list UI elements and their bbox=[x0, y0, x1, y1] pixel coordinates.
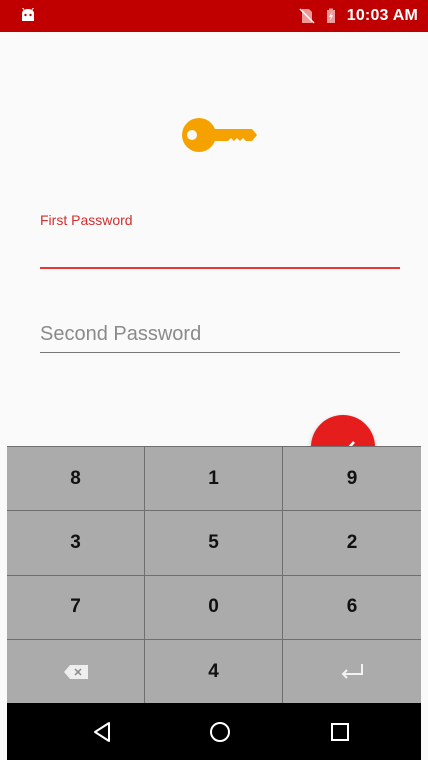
status-time: 10:03 AM bbox=[346, 7, 418, 24]
numeric-keypad: 8 1 9 3 5 2 7 0 6 4 bbox=[7, 446, 421, 704]
enter-key[interactable] bbox=[283, 640, 421, 704]
key-3[interactable]: 3 bbox=[7, 511, 145, 576]
key-icon bbox=[182, 118, 257, 152]
first-password-field[interactable] bbox=[40, 267, 400, 269]
key-2[interactable]: 2 bbox=[283, 511, 421, 576]
second-password-field[interactable]: Second Password bbox=[40, 323, 201, 346]
key-7[interactable]: 7 bbox=[7, 575, 145, 640]
back-icon[interactable] bbox=[90, 719, 116, 745]
backspace-icon bbox=[63, 664, 88, 679]
home-icon[interactable] bbox=[207, 719, 233, 745]
key-8[interactable]: 8 bbox=[7, 447, 145, 512]
second-password-underline bbox=[40, 352, 400, 353]
battery-charging-icon bbox=[326, 8, 335, 23]
first-password-label: First Password bbox=[40, 212, 133, 228]
recents-icon[interactable] bbox=[327, 719, 353, 745]
key-4[interactable]: 4 bbox=[145, 639, 283, 704]
backspace-key[interactable] bbox=[7, 639, 145, 704]
password-screen: 10:03 AM First Password Second Password … bbox=[0, 0, 428, 760]
key-0[interactable]: 0 bbox=[145, 575, 283, 640]
navigation-bar bbox=[7, 703, 421, 760]
no-sim-icon bbox=[299, 8, 315, 24]
key-6[interactable]: 6 bbox=[283, 576, 421, 640]
enter-icon bbox=[341, 663, 363, 679]
key-5[interactable]: 5 bbox=[145, 511, 283, 576]
key-1[interactable]: 1 bbox=[145, 447, 283, 512]
key-9[interactable]: 9 bbox=[283, 447, 421, 512]
status-bar: 10:03 AM bbox=[0, 0, 428, 32]
android-icon bbox=[22, 8, 34, 21]
